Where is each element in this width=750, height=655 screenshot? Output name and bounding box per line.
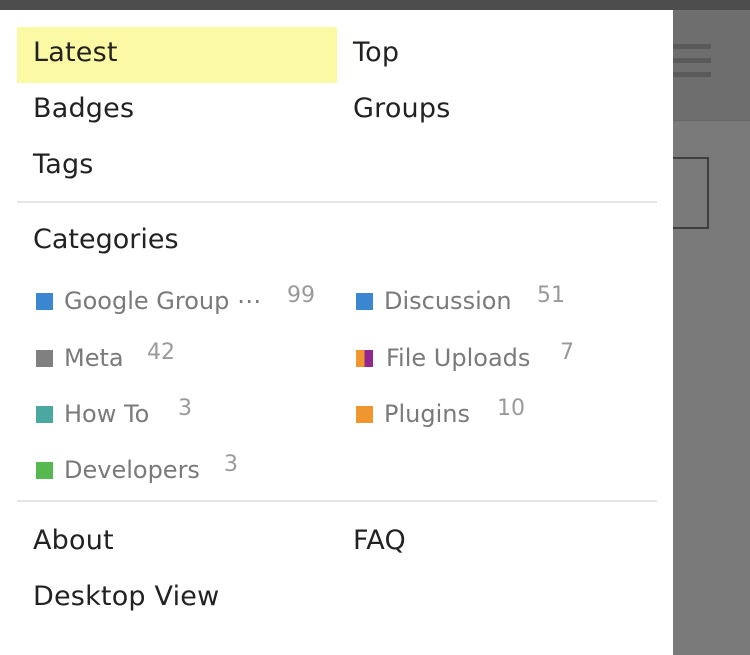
divider <box>17 201 657 203</box>
category-discussion[interactable]: Discussion 51 <box>356 283 656 317</box>
category-color-swatch <box>356 350 373 367</box>
category-meta[interactable]: Meta 42 <box>36 340 336 374</box>
category-count: 42 <box>147 340 175 365</box>
category-plugins[interactable]: Plugins 10 <box>356 396 656 430</box>
background-panel <box>673 157 709 229</box>
divider <box>17 500 657 502</box>
category-color-swatch <box>36 293 53 310</box>
category-color-swatch <box>36 462 53 479</box>
category-count: 99 <box>287 283 315 308</box>
category-name: Google Group ⋯ <box>64 287 261 315</box>
nav-groups[interactable]: Groups <box>337 83 657 139</box>
hamburger-dropdown-panel: Latest Top Badges Groups Tags Categories… <box>0 10 673 655</box>
category-count: 3 <box>178 396 192 421</box>
category-name: Developers <box>64 456 200 484</box>
category-name: Plugins <box>384 400 470 428</box>
category-name: How To <box>64 400 150 428</box>
category-count: 10 <box>497 396 525 421</box>
category-developers[interactable]: Developers 3 <box>36 452 336 486</box>
category-name: Meta <box>64 344 124 372</box>
categories-heading[interactable]: Categories <box>33 224 179 255</box>
category-color-swatch <box>36 406 53 423</box>
category-color-swatch <box>356 293 373 310</box>
app-header-bar <box>0 0 750 10</box>
category-how-to[interactable]: How To 3 <box>36 396 336 430</box>
category-file-uploads[interactable]: File Uploads 7 <box>356 340 656 374</box>
nav-faq[interactable]: FAQ <box>337 515 657 571</box>
category-count: 51 <box>537 283 565 308</box>
category-color-swatch <box>356 406 373 423</box>
category-google-group[interactable]: Google Group ⋯ 99 <box>36 283 336 317</box>
category-count: 7 <box>560 340 574 365</box>
nav-tags[interactable]: Tags <box>17 139 337 195</box>
category-name: Discussion <box>384 287 512 315</box>
nav-latest[interactable]: Latest <box>17 27 337 83</box>
category-count: 3 <box>224 452 238 477</box>
nav-about[interactable]: About <box>17 515 337 571</box>
hamburger-menu-icon[interactable] <box>673 44 711 84</box>
nav-desktop-view[interactable]: Desktop View <box>17 571 337 627</box>
nav-top[interactable]: Top <box>337 27 657 83</box>
nav-badges[interactable]: Badges <box>17 83 337 139</box>
category-color-swatch <box>36 350 53 367</box>
category-name: File Uploads <box>386 344 531 372</box>
